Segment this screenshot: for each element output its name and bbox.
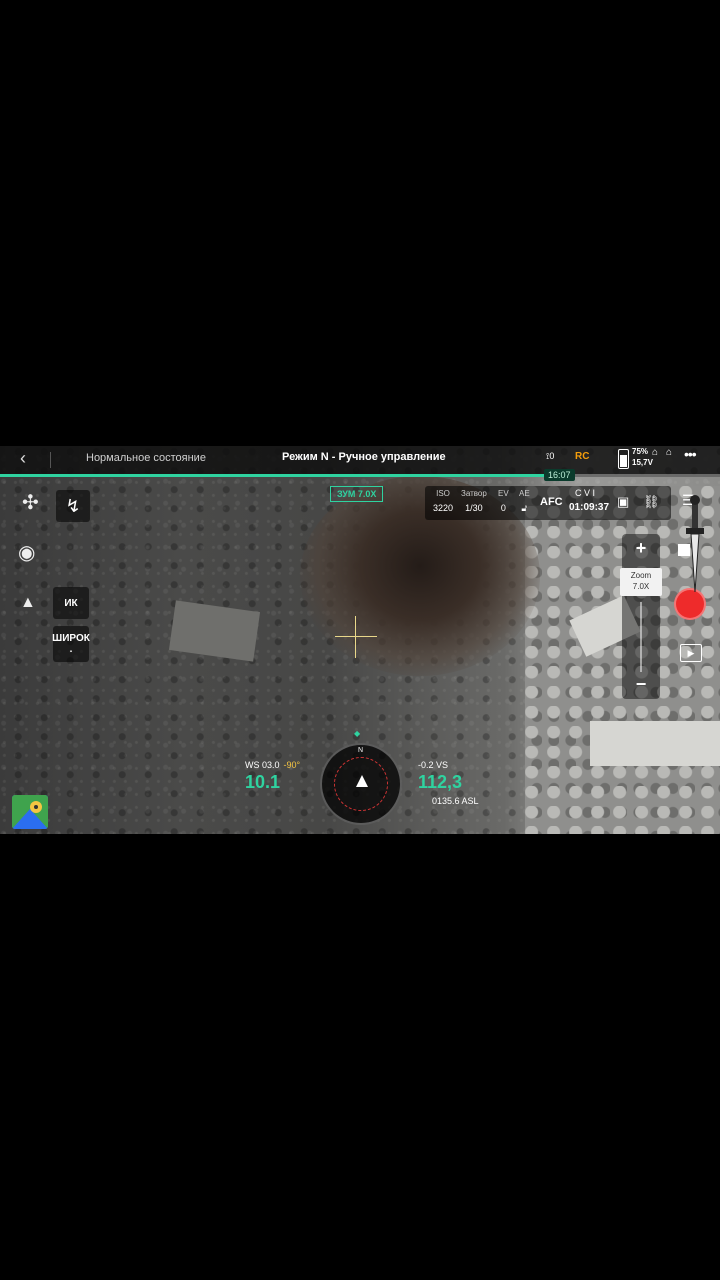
compass-attitude[interactable]: N [320,743,402,825]
battery-voltage: 15,7V [632,458,653,467]
horizontal-speed: 10.1 [245,772,281,792]
altitude: 112,3 [418,772,463,792]
zoom-indicator: ЗУМ 7.0X [330,486,384,502]
flight-mode[interactable]: Режим N - Ручное управление [282,451,446,463]
link-icon[interactable]: ⛓︎ [643,494,660,510]
route-icon: ↯ [65,495,81,516]
wide-camera-button[interactable]: ШИРОК . [52,626,90,662]
takeoff-icon: ⌂ [652,447,659,458]
wind-speed: WS 03.0 -90° [245,760,300,770]
home-point-marker: ◆ [354,729,361,738]
ae-setting[interactable]: AE 🔓︎ [519,489,530,514]
zoom-value-box: Zoom 7.0X [620,568,662,596]
ae-label: AE [519,489,530,498]
back-button[interactable]: ‹ [20,448,26,469]
aircraft-heading-icon [356,775,368,787]
shutter-value: 1/30 [465,503,483,513]
iso-label: ISO [436,489,450,498]
time-badge: 16:07 [544,469,575,481]
target-lock-icon[interactable]: ◉ [18,540,35,565]
battery-percent: 75% [632,447,649,456]
drone-icon[interactable]: ✣ [22,490,39,515]
dagger-logo [686,495,704,593]
zoom-value: 7.0X [632,582,650,591]
focus-mode[interactable]: AFC [540,496,563,508]
rc-signal[interactable]: RC [575,451,589,462]
ev-label: EV [498,489,509,498]
shutter-setting[interactable]: Затвор 1/30 [461,489,487,513]
gps-indicator[interactable]: ⟟0 [546,451,554,462]
wide-label: ШИРОК [52,633,90,644]
gps-count: 0 [549,451,555,461]
map-button[interactable] [12,795,48,829]
battery-icon [618,449,629,469]
map-pin-icon [12,795,48,829]
zoom-title: Zoom [630,571,652,580]
progress-fill [0,474,548,477]
zoom-out-button[interactable]: − [622,674,660,695]
iso-setting[interactable]: ISO 3220 [433,489,453,513]
home-icon: ⌂ [666,447,673,458]
zoom-slider[interactable]: + Zoom 7.0X − [620,534,662,699]
more-menu-button[interactable]: ••• [684,446,697,462]
ws-value: WS 03.0 [245,760,280,770]
play-icon: ▶ [687,648,695,658]
record-time: 01:09:37 [569,502,610,513]
storage-lock: C V I [575,488,596,498]
battery-level [620,455,627,467]
flight-progress-bar [0,474,720,477]
crosshair [335,616,377,658]
ev-setting[interactable]: EV 0 [498,489,509,513]
camera-settings-panel[interactable]: ISO 3220 Затвор 1/30 EV 0 AE 🔓︎ AFC C V I 01… [425,486,671,520]
navigation-arrow-icon[interactable]: ▲ [20,594,36,612]
lock-icon: 🔓︎ [521,503,528,513]
camera-mode-icon[interactable]: ▣ [617,494,629,510]
zoom-track[interactable] [640,602,642,672]
ev-value: 0 [500,503,506,513]
camera-feed: ‹ Нормальное состояние Режим N - Ручное … [0,446,720,834]
ir-label: ИК [64,597,78,609]
debris-slab [590,721,720,766]
top-status-bar: ‹ Нормальное состояние Режим N - Ручное … [0,446,720,474]
divider [50,452,51,468]
aircraft-status[interactable]: Нормальное состояние [86,452,206,464]
gimbal-tilt: -90° [283,760,301,770]
playback-button[interactable]: ▶ [680,644,702,662]
altitude-asl: 0135.6 ASL [432,796,479,806]
zoom-in-button[interactable]: + [622,538,660,559]
ir-camera-button[interactable]: ИК [53,587,89,619]
vertical-speed: -0.2 VS [418,760,449,770]
compass-north: N [358,747,364,754]
route-button[interactable]: ↯ [56,490,90,522]
iso-value: 3220 [433,503,454,513]
shutter-label: Затвор [461,489,487,498]
wide-sub: . [69,644,73,655]
